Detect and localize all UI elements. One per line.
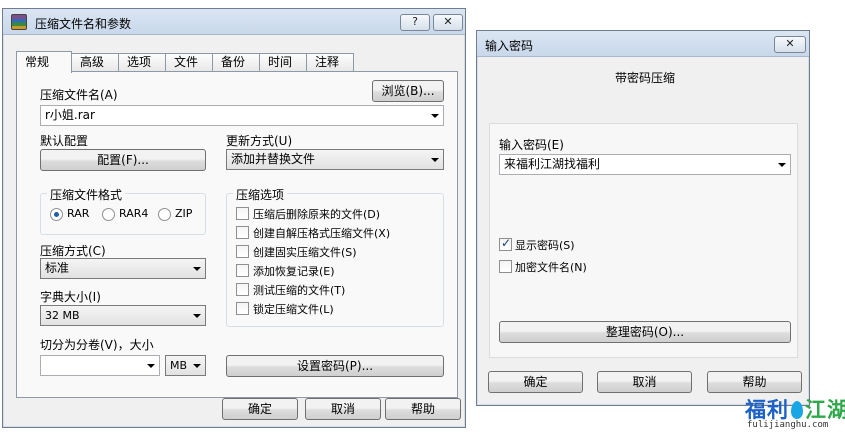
archive-dialog-title: 压缩文件名和参数 — [35, 17, 132, 31]
dictionary-size-combo[interactable]: 32 MB — [40, 305, 206, 326]
archive-options-group-title: 压缩选项 — [233, 186, 288, 203]
update-mode-combo[interactable]: 添加并替换文件 — [226, 149, 444, 170]
archive-dialog-titlebar[interactable]: 压缩文件名和参数 ? ✕ — [3, 9, 465, 35]
password-input[interactable]: 来福利江湖找福利 — [499, 154, 791, 175]
chevron-down-icon — [193, 364, 201, 368]
chevron-down-icon — [193, 267, 201, 271]
create-solid-checkbox[interactable] — [236, 245, 249, 258]
password-label: 输入密码(E) — [499, 138, 564, 152]
format-rar4-radio[interactable] — [102, 208, 115, 221]
method-combo[interactable]: 标准 — [40, 258, 206, 279]
lock-archive-label[interactable]: 锁定压缩文件(L) — [253, 301, 334, 317]
archive-options-group: 压缩选项 压缩后删除原来的文件(D) 创建自解压格式压缩文件(X) 创建固实压缩… — [226, 186, 444, 327]
archive-format-group-title: 压缩文件格式 — [47, 186, 126, 203]
chevron-down-icon — [193, 314, 201, 318]
close-icon[interactable]: ✕ — [774, 36, 806, 53]
split-unit-combo[interactable]: MB — [165, 355, 206, 376]
encrypt-filenames-label[interactable]: 加密文件名(N) — [515, 259, 587, 275]
close-icon[interactable]: ✕ — [433, 14, 463, 31]
recovery-record-checkbox[interactable] — [236, 264, 249, 277]
winrar-app-icon — [11, 14, 27, 30]
tab-time[interactable]: 时间 — [259, 53, 307, 72]
delete-files-label[interactable]: 压缩后删除原来的文件(D) — [253, 206, 380, 222]
format-zip-label[interactable]: ZIP — [175, 207, 192, 220]
password-dialog: 输入密码 ✕ 带密码压缩 输入密码(E) 来福利江湖找福利 显示密码(S) 加密… — [476, 30, 810, 406]
password-dialog-titlebar[interactable]: 输入密码 ✕ — [477, 31, 809, 57]
update-mode-label: 更新方式(U) — [226, 134, 293, 148]
split-unit-value: MB — [170, 359, 188, 372]
browse-button[interactable]: 浏览(B)... — [372, 80, 444, 102]
archive-name-combo[interactable]: r小姐.rar — [40, 105, 444, 126]
tab-advanced[interactable]: 高级 — [71, 53, 119, 72]
watermark-text-b: 江湖 — [805, 398, 845, 422]
password-ok-button[interactable]: 确定 — [488, 371, 583, 393]
test-files-checkbox[interactable] — [236, 283, 249, 296]
password-value: 来福利江湖找福利 — [504, 157, 601, 171]
help-button[interactable]: 帮助 — [385, 398, 461, 420]
chevron-down-icon — [431, 158, 439, 162]
lock-archive-checkbox[interactable] — [236, 302, 249, 315]
split-volume-size-combo[interactable] — [40, 355, 160, 376]
archive-format-group: 压缩文件格式 RAR RAR4 ZIP — [40, 186, 206, 235]
dictionary-size-value: 32 MB — [45, 309, 80, 322]
password-help-button[interactable]: 帮助 — [707, 371, 802, 393]
water-drop-icon — [791, 401, 803, 419]
format-rar-radio[interactable] — [50, 208, 63, 221]
set-password-button[interactable]: 设置密码(P)... — [226, 355, 444, 377]
cancel-button[interactable]: 取消 — [305, 398, 381, 420]
test-files-label[interactable]: 测试压缩的文件(T) — [253, 282, 345, 298]
split-volume-label: 切分为分卷(V)，大小 — [40, 338, 154, 352]
tab-general[interactable]: 常规 — [16, 51, 72, 73]
watermark-url: fulijianghu.com — [747, 420, 829, 430]
format-rar4-label[interactable]: RAR4 — [119, 207, 148, 220]
general-tab-panel: 压缩文件名(A) 浏览(B)... r小姐.rar 默认配置 配置(F)... … — [16, 71, 458, 398]
watermark-logo: 福利 江湖 fulijianghu.com — [745, 394, 845, 434]
show-password-label[interactable]: 显示密码(S) — [515, 237, 575, 253]
ok-button[interactable]: 确定 — [222, 398, 298, 420]
chevron-down-icon — [147, 364, 155, 368]
organize-passwords-button[interactable]: 整理密码(O)... — [499, 321, 791, 343]
archive-name-value: r小姐.rar — [45, 108, 95, 122]
watermark-text-a: 福利 — [745, 398, 789, 422]
dictionary-size-label: 字典大小(I) — [40, 290, 101, 304]
method-label: 压缩方式(C) — [40, 244, 106, 258]
archive-name-label: 压缩文件名(A) — [40, 88, 118, 102]
recovery-record-label[interactable]: 添加恢复记录(E) — [253, 263, 335, 279]
show-password-checkbox[interactable] — [499, 236, 512, 251]
tab-comment[interactable]: 注释 — [306, 53, 354, 72]
format-rar-label[interactable]: RAR — [67, 207, 89, 220]
password-cancel-button[interactable]: 取消 — [597, 371, 692, 393]
tab-files[interactable]: 文件 — [165, 53, 213, 72]
profile-button[interactable]: 配置(F)... — [40, 149, 206, 171]
chevron-down-icon — [431, 114, 439, 118]
create-sfx-checkbox[interactable] — [236, 226, 249, 239]
delete-files-checkbox[interactable] — [236, 207, 249, 220]
archive-dialog: 压缩文件名和参数 ? ✕ 常规 高级 选项 文件 备份 时间 注释 压缩文件名(… — [2, 8, 466, 428]
chevron-down-icon — [778, 163, 786, 167]
tab-backup[interactable]: 备份 — [212, 53, 260, 72]
create-sfx-label[interactable]: 创建自解压格式压缩文件(X) — [253, 225, 390, 241]
password-settings-box: 输入密码(E) 来福利江湖找福利 显示密码(S) 加密文件名(N) 整理密码(O… — [489, 123, 798, 358]
update-mode-value: 添加并替换文件 — [231, 152, 316, 166]
password-dialog-title: 输入密码 — [485, 39, 534, 53]
help-icon[interactable]: ? — [400, 14, 430, 31]
format-zip-radio[interactable] — [158, 208, 171, 221]
encrypt-filenames-checkbox[interactable] — [499, 260, 512, 273]
create-solid-label[interactable]: 创建固实压缩文件(S) — [253, 244, 357, 260]
tab-options[interactable]: 选项 — [118, 53, 166, 72]
password-dialog-heading: 带密码压缩 — [615, 71, 676, 85]
method-value: 标准 — [45, 261, 70, 275]
default-profile-label: 默认配置 — [40, 134, 89, 148]
